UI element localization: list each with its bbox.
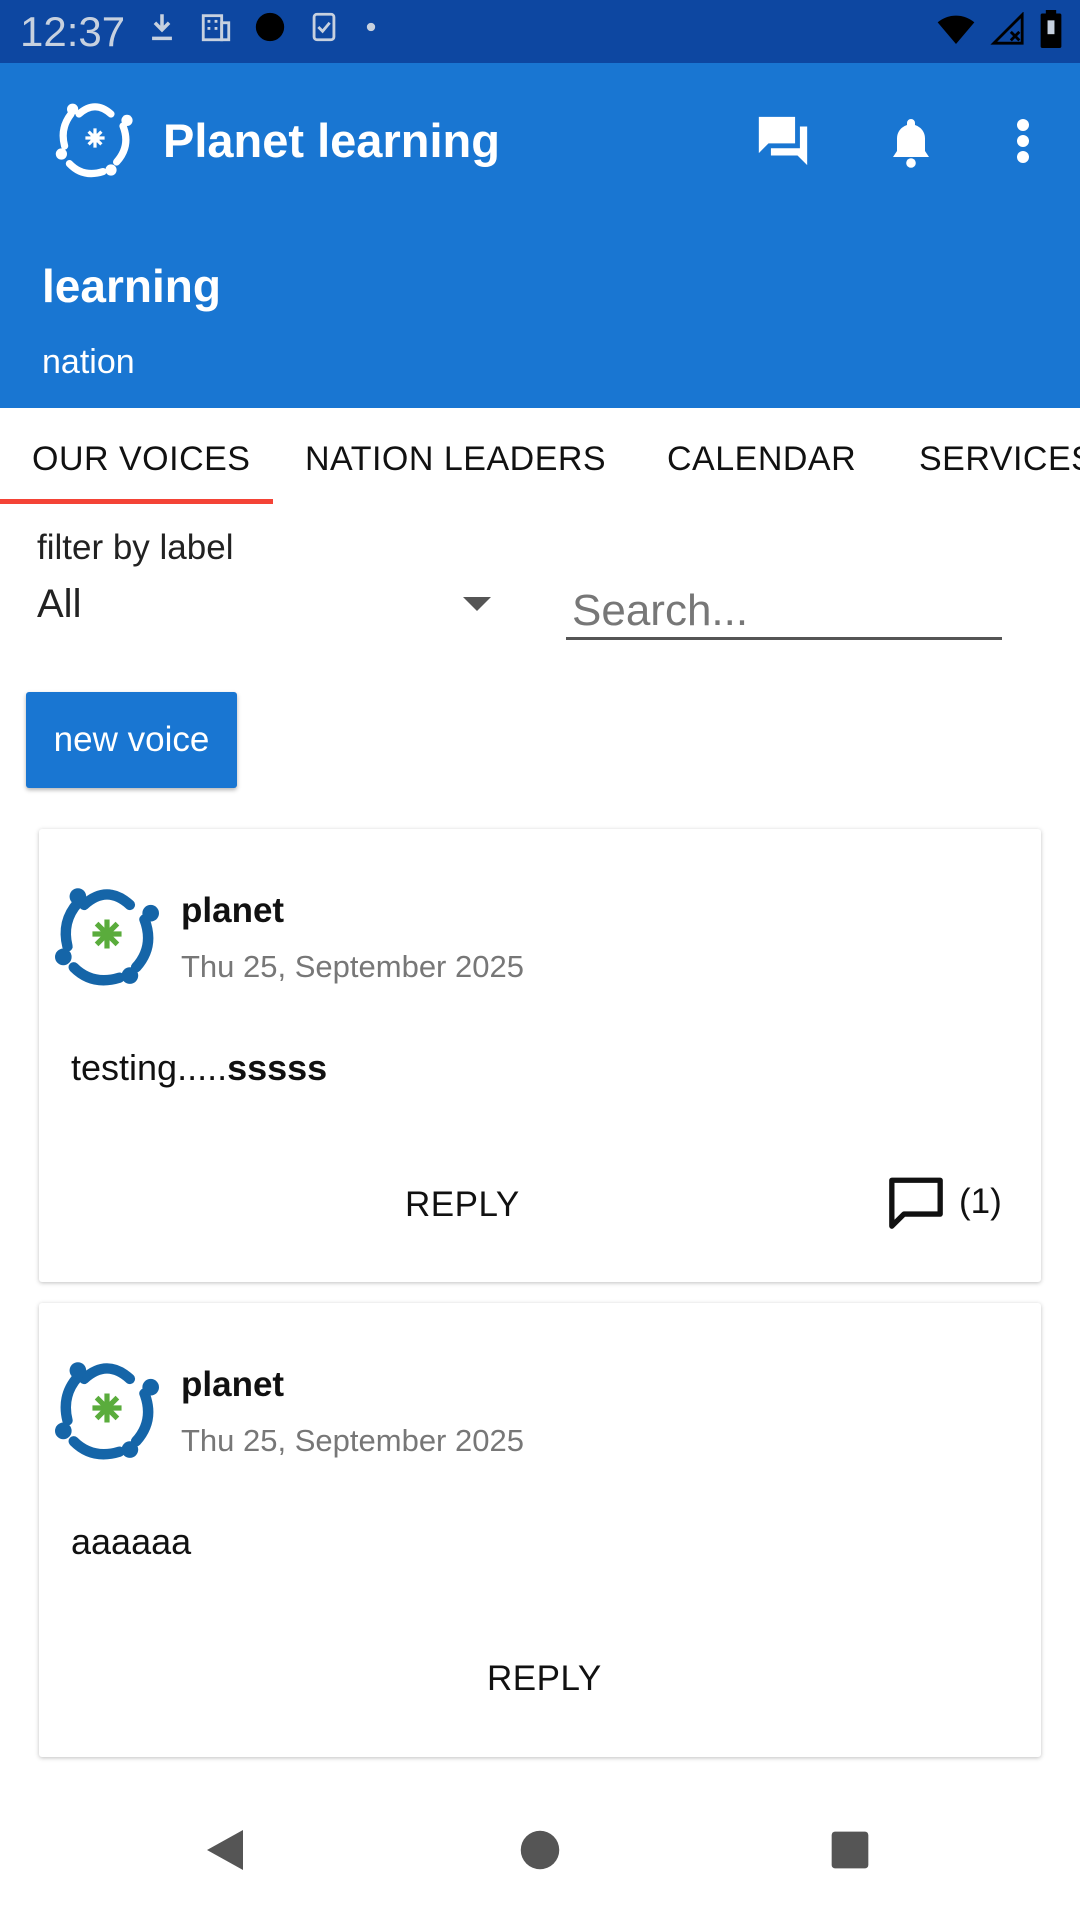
home-icon bbox=[520, 1830, 560, 1870]
dropdown-arrow-icon[interactable] bbox=[463, 597, 491, 611]
status-bar: 12:37 bbox=[0, 0, 1080, 63]
post-message-text: testing..... bbox=[71, 1047, 228, 1088]
status-notification-icons bbox=[145, 10, 381, 44]
chat-icon bbox=[758, 116, 808, 166]
dot-icon bbox=[366, 22, 376, 32]
back-icon bbox=[207, 1830, 243, 1870]
comments-button[interactable]: (1) bbox=[887, 1175, 1002, 1229]
building-icon bbox=[201, 14, 231, 42]
filter-dropdown[interactable]: All bbox=[37, 582, 81, 627]
clipboard-check-icon bbox=[312, 12, 336, 42]
app-title: Planet learning bbox=[163, 114, 500, 167]
planet-avatar-icon bbox=[55, 888, 159, 986]
battery-icon bbox=[1040, 10, 1062, 48]
post-message-bold: sssss bbox=[227, 1047, 328, 1088]
planet-logo-icon bbox=[55, 103, 133, 178]
comment-icon bbox=[889, 1177, 943, 1229]
post-author: planet bbox=[181, 891, 285, 930]
status-system-icons bbox=[936, 10, 1062, 48]
app-bar: Planet learning learning nation bbox=[0, 63, 1080, 408]
voice-card: planet Thu 25, September 2025 testing...… bbox=[39, 829, 1041, 1282]
new-voice-button[interactable]: new voice bbox=[26, 692, 237, 788]
filter-label: filter by label bbox=[37, 528, 234, 567]
more-vert-icon bbox=[1017, 119, 1029, 163]
post-author: planet bbox=[181, 1365, 285, 1404]
chat-button[interactable] bbox=[748, 106, 818, 176]
voice-card: planet Thu 25, September 2025 aaaaaa REP… bbox=[39, 1303, 1041, 1757]
wifi-icon bbox=[937, 15, 975, 44]
back-button[interactable] bbox=[195, 1820, 255, 1880]
signal-icon bbox=[990, 12, 1024, 45]
home-button[interactable] bbox=[510, 1820, 570, 1880]
post-date: Thu 25, September 2025 bbox=[181, 1423, 524, 1458]
tab-services[interactable]: SERVICES bbox=[919, 440, 1080, 479]
notifications-button[interactable] bbox=[876, 106, 946, 176]
reply-button[interactable]: REPLY bbox=[405, 1185, 520, 1225]
status-time: 12:37 bbox=[20, 8, 126, 55]
post-message-text: aaaaaa bbox=[71, 1521, 192, 1562]
tab-bar: OUR VOICES NATION LEADERS CALENDAR SERVI… bbox=[0, 408, 1080, 504]
planet-avatar-icon bbox=[55, 1362, 159, 1460]
tab-calendar[interactable]: CALENDAR bbox=[667, 440, 856, 479]
post-date: Thu 25, September 2025 bbox=[181, 949, 524, 984]
system-nav-bar bbox=[0, 1780, 1080, 1920]
post-message: aaaaaa bbox=[71, 1521, 191, 1563]
tab-our-voices[interactable]: OUR VOICES bbox=[32, 440, 250, 479]
search-input[interactable] bbox=[566, 585, 1002, 640]
comment-count: (1) bbox=[959, 1182, 1002, 1221]
page-subtitle: learning bbox=[42, 260, 221, 312]
reply-button[interactable]: REPLY bbox=[487, 1659, 602, 1699]
more-options-button[interactable] bbox=[988, 106, 1058, 176]
circle-icon bbox=[255, 12, 285, 42]
tab-nation-leaders[interactable]: NATION LEADERS bbox=[305, 440, 606, 479]
recents-button[interactable] bbox=[820, 1820, 880, 1880]
recents-icon bbox=[831, 1831, 869, 1869]
download-icon bbox=[152, 14, 172, 41]
tab-indicator bbox=[0, 499, 273, 504]
bell-icon bbox=[893, 119, 929, 168]
post-message: testing.....sssss bbox=[71, 1047, 327, 1089]
page-subtitle-secondary: nation bbox=[42, 343, 135, 381]
